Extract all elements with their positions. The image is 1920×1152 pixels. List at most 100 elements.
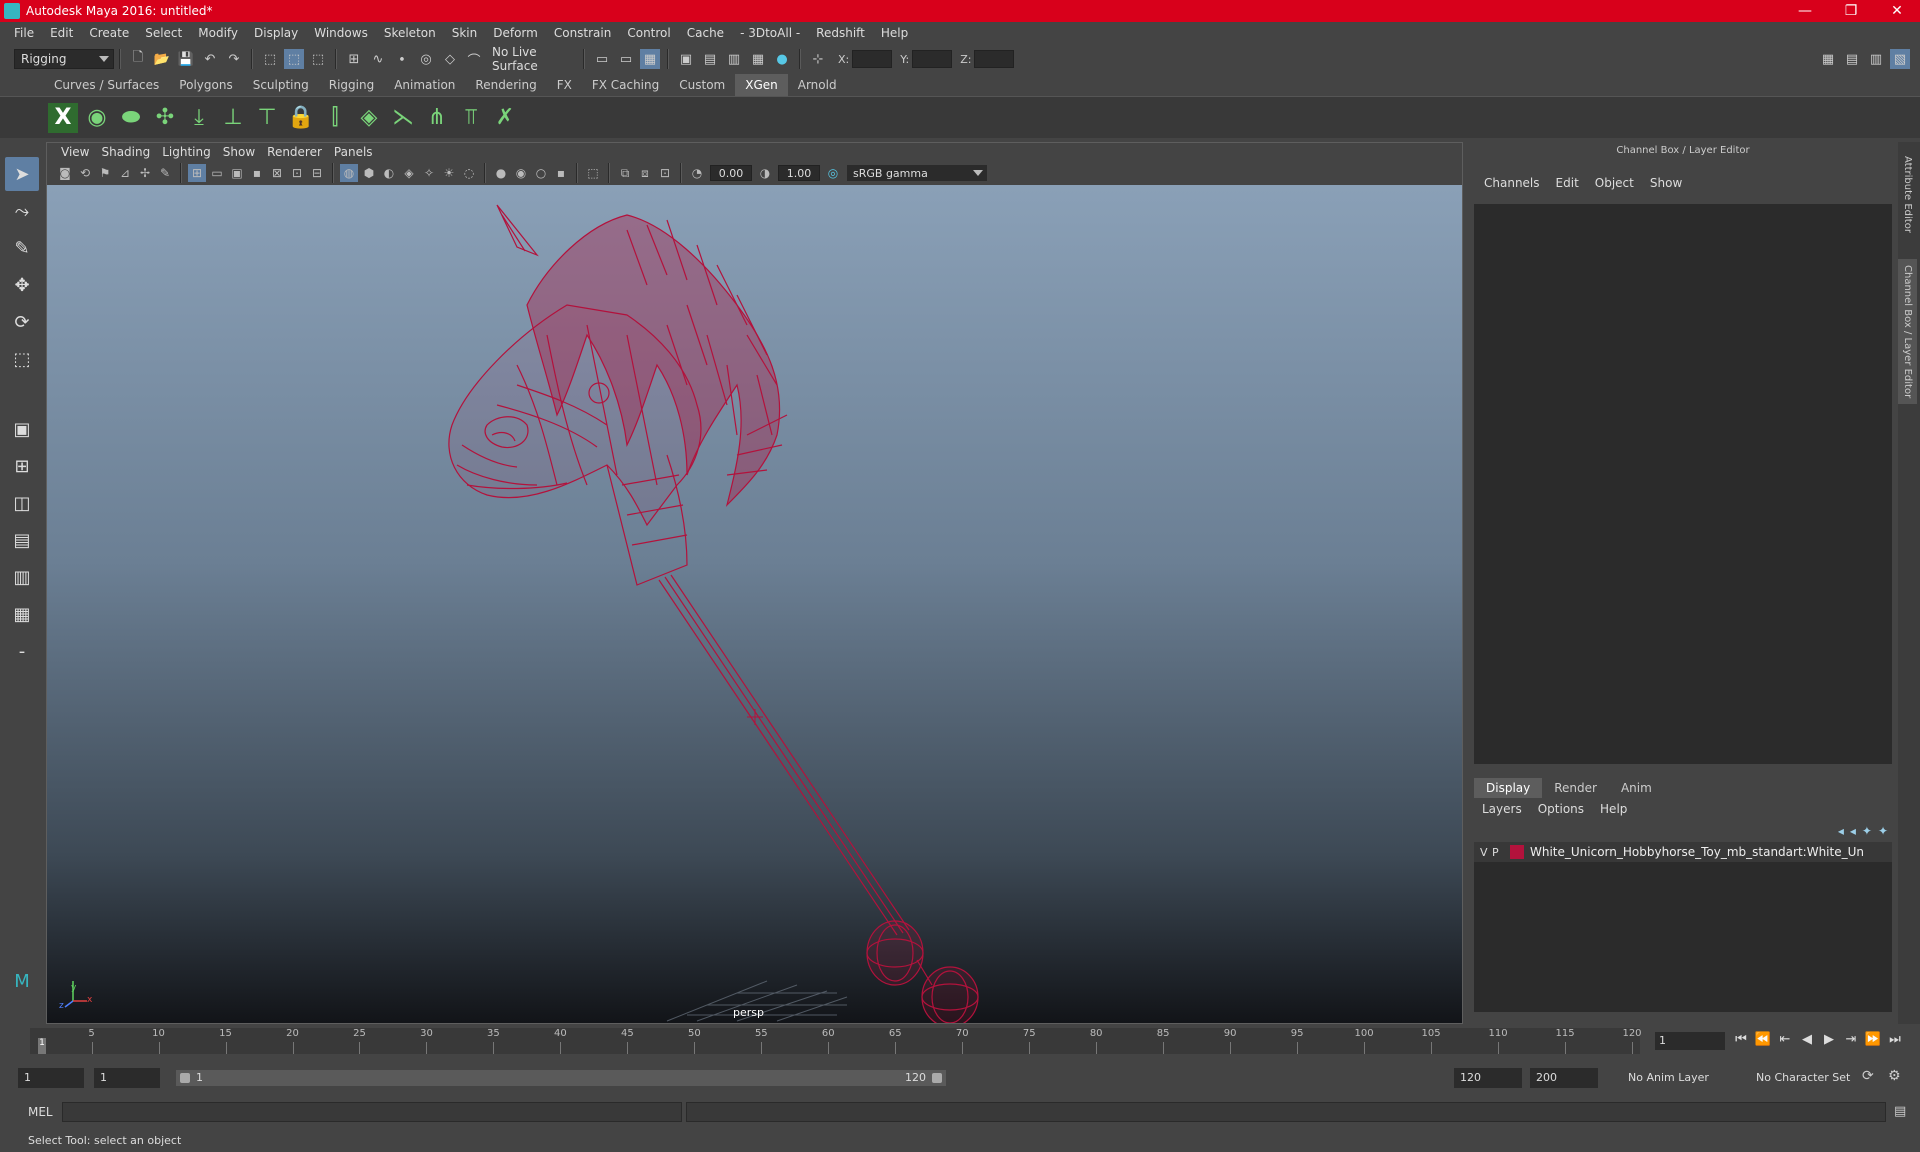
backface-icon[interactable]: ▪ xyxy=(552,164,570,182)
modeling-toolkit-icon[interactable]: ▦ xyxy=(1818,49,1838,69)
anim-prefs-icon[interactable]: ⚙ xyxy=(1888,1068,1901,1084)
range-end-handle[interactable] xyxy=(932,1073,942,1083)
xgen-editor-icon[interactable]: X xyxy=(48,102,78,133)
play-backward-icon[interactable]: ◀ xyxy=(1796,1032,1818,1047)
attribute-editor-icon[interactable]: ▤ xyxy=(1842,49,1862,69)
snap-view-icon[interactable]: ◎ xyxy=(416,49,436,69)
menu-help[interactable]: Help xyxy=(873,26,916,40)
step-back-key-icon[interactable]: ⏪ xyxy=(1752,1032,1774,1047)
script-language-toggle[interactable]: MEL xyxy=(28,1105,53,1119)
tab-rigging[interactable]: Rigging xyxy=(319,74,384,96)
new-layer-selected-icon[interactable]: ✦ xyxy=(1878,824,1888,838)
channel-box-icon[interactable]: ▧ xyxy=(1890,49,1910,69)
wireframe-on-shaded-icon[interactable]: ◐ xyxy=(380,164,398,182)
resolution-gate-icon[interactable]: ▣ xyxy=(228,164,246,182)
new-scene-icon[interactable]: 🗋 xyxy=(128,49,148,69)
exposure-field[interactable]: 0.00 xyxy=(710,165,752,181)
script-editor-icon[interactable]: ▤ xyxy=(1894,1104,1906,1119)
z-field[interactable] xyxy=(974,50,1015,68)
panel-menu-view[interactable]: View xyxy=(55,145,95,159)
undo-icon[interactable]: ↶ xyxy=(200,49,220,69)
add-guide-icon[interactable]: ✣ xyxy=(150,103,180,133)
tab-xgen[interactable]: XGen xyxy=(735,74,788,96)
menuset-dropdown[interactable]: Rigging xyxy=(14,49,114,69)
y-field[interactable] xyxy=(912,50,953,68)
smooth-shade-icon[interactable]: ⬢ xyxy=(360,164,378,182)
snap-grid-icon[interactable]: ⊞ xyxy=(344,49,364,69)
ipr-render-icon[interactable]: ▥ xyxy=(724,49,744,69)
menu-modify[interactable]: Modify xyxy=(190,26,246,40)
playback-end-field[interactable]: 120 xyxy=(1454,1068,1522,1088)
tab-render-layers[interactable]: Render xyxy=(1542,778,1609,798)
panel-menu-shading[interactable]: Shading xyxy=(95,145,156,159)
textured-icon[interactable]: ◈ xyxy=(400,164,418,182)
3d-viewport[interactable]: y x z persp xyxy=(47,185,1462,1023)
camera-icon[interactable]: ◙ xyxy=(56,164,74,182)
current-frame-field[interactable]: 1 xyxy=(1655,1032,1725,1050)
paint-select-icon[interactable]: ✎ xyxy=(5,231,39,265)
flip-guide-icon[interactable]: ⋔ xyxy=(422,103,452,133)
safe-title-icon[interactable]: ⊟ xyxy=(308,164,326,182)
multisample-icon[interactable]: ⧈ xyxy=(636,164,654,182)
current-time-marker[interactable]: 1 xyxy=(38,1038,46,1054)
snap-surface-icon[interactable]: ◇ xyxy=(440,49,460,69)
lock-guide-icon[interactable]: 🔒 xyxy=(286,103,316,133)
tab-fx-caching[interactable]: FX Caching xyxy=(582,74,669,96)
groom-layer-icon[interactable]: ◈ xyxy=(354,103,384,133)
scene-start-field[interactable]: 1 xyxy=(18,1068,84,1088)
menu-redshift[interactable]: Redshift xyxy=(808,26,873,40)
select-guide-icon[interactable]: ⊤ xyxy=(252,103,282,133)
exposure-icon[interactable]: ◔ xyxy=(688,164,706,182)
grid-icon[interactable]: ⊞ xyxy=(188,164,206,182)
playback-start-field[interactable]: 1 xyxy=(94,1068,160,1088)
range-bar[interactable]: 1 120 xyxy=(176,1070,946,1086)
layer-playback-toggle[interactable]: P xyxy=(1492,846,1504,859)
live-surface-field[interactable]: No Live Surface xyxy=(486,45,578,73)
xgen-preview-icon[interactable]: ◉ xyxy=(82,103,112,133)
cb-menu-channels[interactable]: Channels xyxy=(1476,176,1548,190)
tab-curves-surfaces[interactable]: Curves / Surfaces xyxy=(44,74,169,96)
tab-anim-layers[interactable]: Anim xyxy=(1609,778,1664,798)
xray-icon[interactable]: ● xyxy=(492,164,510,182)
gamma-icon[interactable]: ◑ xyxy=(756,164,774,182)
command-input[interactable] xyxy=(62,1102,682,1122)
screen-space-ao-icon[interactable]: ⊡ xyxy=(656,164,674,182)
render-settings-icon[interactable]: ▦ xyxy=(748,49,768,69)
select-tool-icon[interactable]: ➤ xyxy=(5,157,39,191)
panel-menu-show[interactable]: Show xyxy=(217,145,261,159)
cb-menu-edit[interactable]: Edit xyxy=(1548,176,1587,190)
camera-attr-icon[interactable]: ⟲ xyxy=(76,164,94,182)
safe-action-icon[interactable]: ⊡ xyxy=(288,164,306,182)
tab-channel-box[interactable]: Channel Box / Layer Editor xyxy=(1898,258,1917,405)
shadows-icon[interactable]: ☀ xyxy=(440,164,458,182)
maximize-button[interactable]: ❐ xyxy=(1828,0,1874,22)
lasso-tool-icon[interactable]: ⤳ xyxy=(5,194,39,228)
scale-tool-icon[interactable]: ⬚ xyxy=(5,342,39,376)
layer-name[interactable]: White_Unicorn_Hobbyhorse_Toy_mb_standart… xyxy=(1530,845,1864,859)
menu-control[interactable]: Control xyxy=(619,26,678,40)
tab-custom[interactable]: Custom xyxy=(669,74,735,96)
panel-menu-panels[interactable]: Panels xyxy=(328,145,379,159)
construction-history-icon[interactable]: ▦ xyxy=(640,49,660,69)
layer-color-swatch[interactable] xyxy=(1510,845,1524,859)
persp-outliner-icon[interactable]: ▤ xyxy=(5,523,39,557)
bend-guide-icon[interactable]: ⋋ xyxy=(388,103,418,133)
view-transform-dropdown[interactable]: sRGB gamma xyxy=(847,165,987,181)
render-frame-icon[interactable]: ▤ xyxy=(700,49,720,69)
panel-menu-renderer[interactable]: Renderer xyxy=(261,145,328,159)
gamma-field[interactable]: 1.00 xyxy=(778,165,820,181)
menu-skin[interactable]: Skin xyxy=(444,26,486,40)
isolate-select-icon[interactable]: ⬚ xyxy=(584,164,602,182)
menu-edit[interactable]: Edit xyxy=(42,26,81,40)
menu-constrain[interactable]: Constrain xyxy=(546,26,620,40)
cb-menu-show[interactable]: Show xyxy=(1642,176,1690,190)
use-lights-icon[interactable]: ✧ xyxy=(420,164,438,182)
menu-windows[interactable]: Windows xyxy=(306,26,376,40)
layer-visible-toggle[interactable]: V xyxy=(1480,846,1492,859)
save-scene-icon[interactable]: 💾 xyxy=(176,49,196,69)
xray-active-icon[interactable]: ◉ xyxy=(512,164,530,182)
tab-arnold[interactable]: Arnold xyxy=(788,74,847,96)
single-view-icon[interactable]: ▣ xyxy=(5,412,39,446)
delete-guide-icon[interactable]: ✗ xyxy=(490,103,520,133)
menu-skeleton[interactable]: Skeleton xyxy=(376,26,444,40)
